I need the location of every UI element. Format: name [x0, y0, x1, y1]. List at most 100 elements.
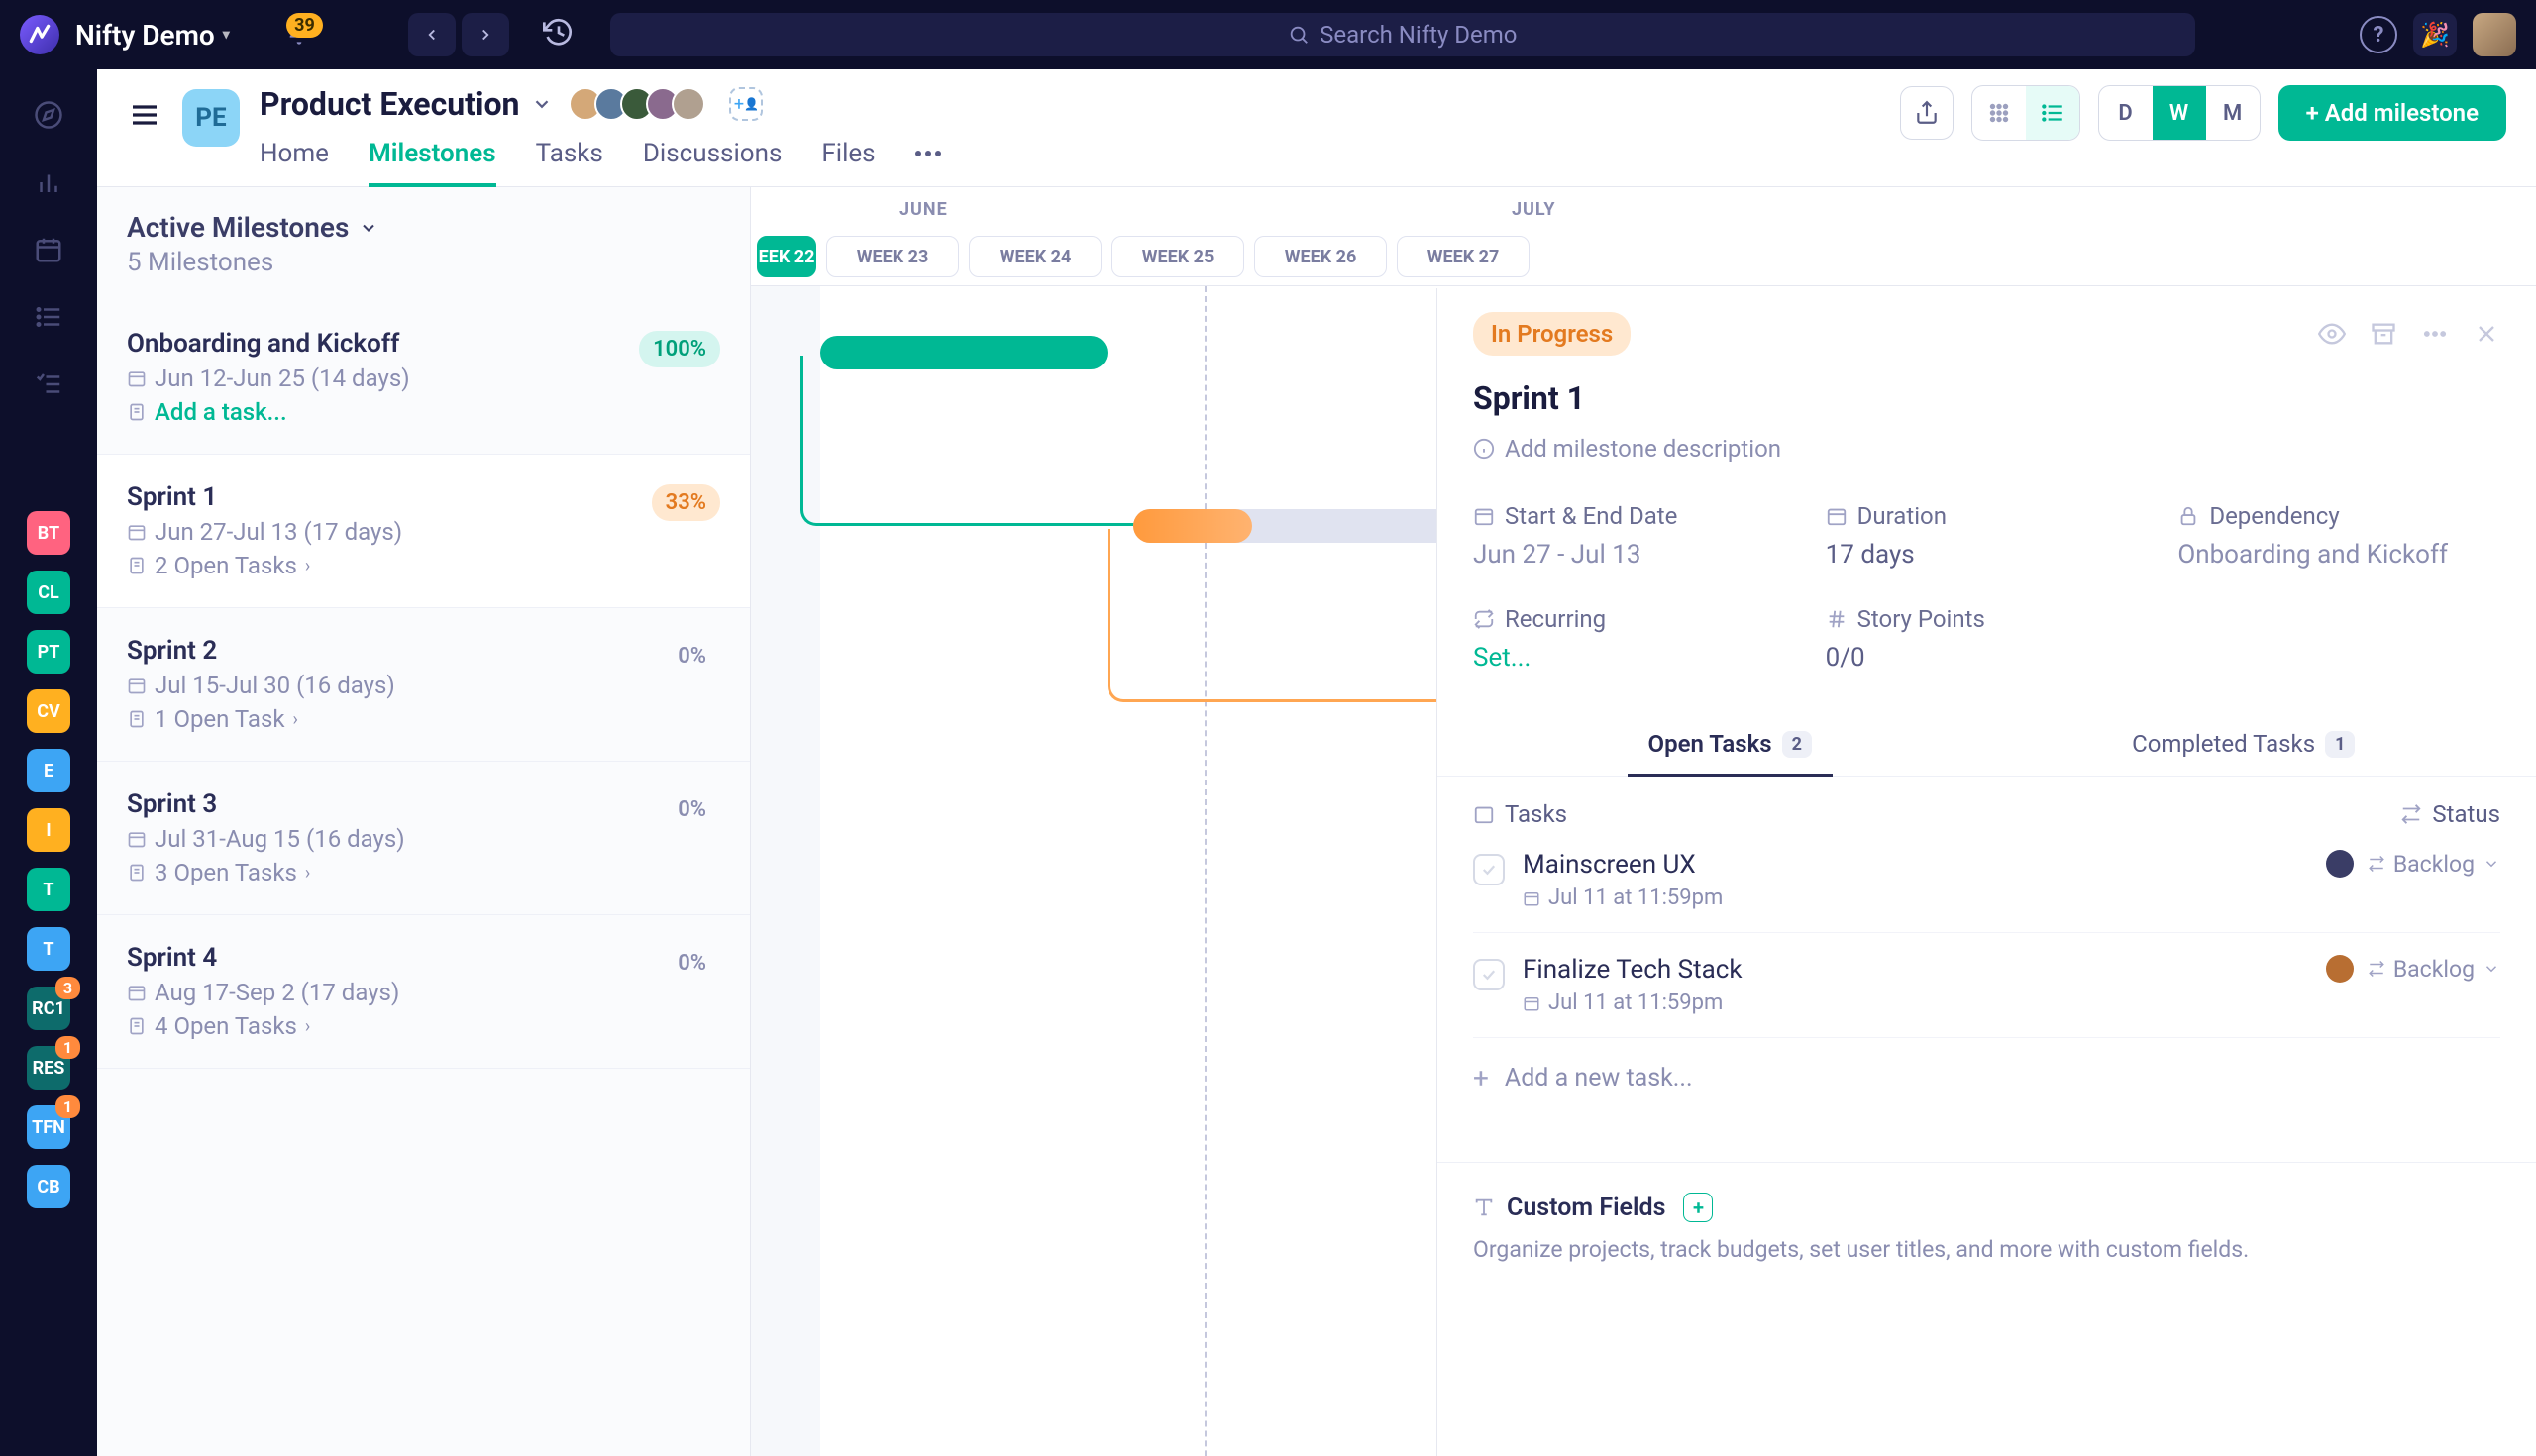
gantt-week-eek22[interactable]: EEK 22: [757, 236, 816, 277]
add-milestone-button[interactable]: + Add milestone: [2278, 85, 2506, 141]
zoom-toggle: DWM: [2098, 85, 2261, 141]
milestone-tasks-link[interactable]: Add a task...: [127, 398, 720, 426]
sidebar-project-i[interactable]: I: [27, 808, 70, 852]
notifications-button[interactable]: 39: [285, 19, 313, 51]
sidebar-project-pt[interactable]: PT: [27, 630, 70, 674]
nav-forward-button[interactable]: [462, 13, 509, 56]
archive-icon[interactable]: [2370, 320, 2397, 348]
gantt-week-week24[interactable]: WEEK 24: [969, 236, 1102, 277]
menu-toggle-button[interactable]: [127, 99, 162, 135]
more-icon[interactable]: [2421, 320, 2449, 348]
grid-view-button[interactable]: [1972, 86, 2026, 140]
milestone-tasks-link[interactable]: 3 Open Tasks›: [127, 859, 720, 886]
detail-dates[interactable]: Jun 27 - Jul 13: [1473, 540, 1796, 570]
history-button[interactable]: [543, 17, 575, 52]
task-row[interactable]: Finalize Tech StackJul 11 at 11:59pmBack…: [1473, 933, 2500, 1038]
sidebar-checklist[interactable]: [33, 368, 64, 400]
task-checkbox[interactable]: [1473, 959, 1505, 990]
chevron-right-icon: [476, 26, 494, 44]
sidebar-project-rc1[interactable]: RC13: [27, 987, 70, 1030]
gantt-week-week23[interactable]: WEEK 23: [826, 236, 959, 277]
share-button[interactable]: [1900, 86, 1954, 140]
close-icon[interactable]: [2473, 320, 2500, 348]
sidebar-project-tfn[interactable]: TFN1: [27, 1105, 70, 1149]
detail-storypoints[interactable]: 0/0: [1826, 643, 2149, 673]
milestone-tasks-link[interactable]: 2 Open Tasks›: [127, 552, 720, 579]
gantt-week-week25[interactable]: WEEK 25: [1111, 236, 1244, 277]
task-assignee-avatar[interactable]: [2326, 955, 2354, 983]
whats-new-button[interactable]: 🎉: [2413, 13, 2457, 56]
add-task-button[interactable]: + Add a new task...: [1473, 1038, 2500, 1118]
milestone-list: Active Milestones 5 Milestones Onboardin…: [97, 187, 751, 1456]
sidebar-project-cv[interactable]: CV: [27, 689, 70, 733]
sidebar-list[interactable]: [33, 301, 64, 333]
milestone-item[interactable]: Onboarding and KickoffJun 12-Jun 25 (14 …: [97, 301, 750, 455]
member-avatars[interactable]: [569, 87, 705, 121]
status-badge[interactable]: In Progress: [1473, 312, 1631, 356]
tab-files[interactable]: Files: [821, 129, 875, 186]
task-row[interactable]: Mainscreen UXJul 11 at 11:59pmBacklog: [1473, 828, 2500, 933]
sidebar-project-res[interactable]: RES1: [27, 1046, 70, 1090]
sidebar-analytics[interactable]: [33, 166, 64, 198]
sidebar-project-cl[interactable]: CL: [27, 571, 70, 614]
milestone-item[interactable]: Sprint 4Aug 17-Sep 2 (17 days)4 Open Tas…: [97, 915, 750, 1069]
list-icon: [2040, 100, 2065, 126]
sidebar-project-bt[interactable]: BT: [27, 511, 70, 555]
topbar: Nifty Demo ▾ 39 Search Nifty Demo ? 🎉: [0, 0, 2536, 69]
sidebar-calendar[interactable]: [33, 234, 64, 265]
gantt-week-week26[interactable]: WEEK 26: [1254, 236, 1387, 277]
tab-tasks[interactable]: Tasks: [536, 129, 603, 186]
workspace-name-label: Nifty Demo: [75, 19, 215, 52]
task-status-dropdown[interactable]: Backlog: [2368, 956, 2500, 983]
zoom-m[interactable]: M: [2206, 86, 2260, 140]
project-title[interactable]: Product Execution: [260, 85, 553, 123]
task-status-dropdown[interactable]: Backlog: [2368, 851, 2500, 878]
notification-count: 39: [286, 13, 323, 38]
plus-icon: +: [1473, 1062, 1489, 1094]
tasks-icon: [1473, 803, 1495, 825]
search-input[interactable]: Search Nifty Demo: [610, 13, 2195, 56]
milestone-detail-panel: In Progress Sprint 1 Add milestone descr…: [1436, 288, 2536, 1456]
milestone-item[interactable]: Sprint 1Jun 27-Jul 13 (17 days)2 Open Ta…: [97, 455, 750, 608]
add-custom-field-button[interactable]: +: [1683, 1193, 1713, 1222]
calendar-icon: [34, 235, 63, 264]
project-badge: PE: [182, 89, 240, 147]
milestone-list-filter[interactable]: Active Milestones: [127, 211, 720, 244]
detail-dependency[interactable]: Onboarding and Kickoff: [2177, 540, 2500, 570]
chevron-down-icon: [531, 93, 553, 115]
detail-title[interactable]: Sprint 1: [1473, 379, 2500, 417]
completed-tasks-tab[interactable]: Completed Tasks1: [1987, 712, 2501, 776]
task-checkbox[interactable]: [1473, 854, 1505, 885]
add-member-button[interactable]: +👤: [729, 87, 763, 121]
logo[interactable]: [20, 15, 59, 54]
zoom-w[interactable]: W: [2153, 86, 2206, 140]
milestone-tasks-link[interactable]: 4 Open Tasks›: [127, 1012, 720, 1040]
open-tasks-tab[interactable]: Open Tasks2: [1473, 712, 1987, 776]
sidebar-compass[interactable]: [33, 99, 64, 131]
list-view-button[interactable]: [2026, 86, 2079, 140]
nav-back-button[interactable]: [408, 13, 456, 56]
detail-recurring[interactable]: Set...: [1473, 643, 1796, 673]
help-button[interactable]: ?: [2360, 16, 2397, 53]
watch-icon[interactable]: [2318, 320, 2346, 348]
zoom-d[interactable]: D: [2099, 86, 2153, 140]
tab-milestones[interactable]: Milestones: [369, 129, 496, 186]
sidebar-project-e[interactable]: E: [27, 749, 70, 792]
header-actions: DWM + Add milestone: [1900, 85, 2506, 158]
task-assignee-avatar[interactable]: [2326, 850, 2354, 878]
view-toggle: [1971, 85, 2080, 141]
sidebar-project-t[interactable]: T: [27, 868, 70, 911]
sidebar-project-t[interactable]: T: [27, 927, 70, 971]
milestone-item[interactable]: Sprint 3Jul 31-Aug 15 (16 days)3 Open Ta…: [97, 762, 750, 915]
detail-description-input[interactable]: Add milestone description: [1473, 435, 2500, 463]
tab-more[interactable]: [915, 129, 941, 186]
workspace-switcher[interactable]: Nifty Demo ▾: [75, 19, 230, 52]
tab-home[interactable]: Home: [260, 129, 329, 186]
milestone-item[interactable]: Sprint 2Jul 15-Jul 30 (16 days)1 Open Ta…: [97, 608, 750, 762]
user-avatar[interactable]: [2473, 13, 2516, 56]
tab-discussions[interactable]: Discussions: [643, 129, 783, 186]
sidebar-project-cb[interactable]: CB: [27, 1165, 70, 1208]
gantt-week-week27[interactable]: WEEK 27: [1397, 236, 1530, 277]
milestone-count: 5 Milestones: [127, 248, 720, 277]
milestone-tasks-link[interactable]: 1 Open Task›: [127, 705, 720, 733]
